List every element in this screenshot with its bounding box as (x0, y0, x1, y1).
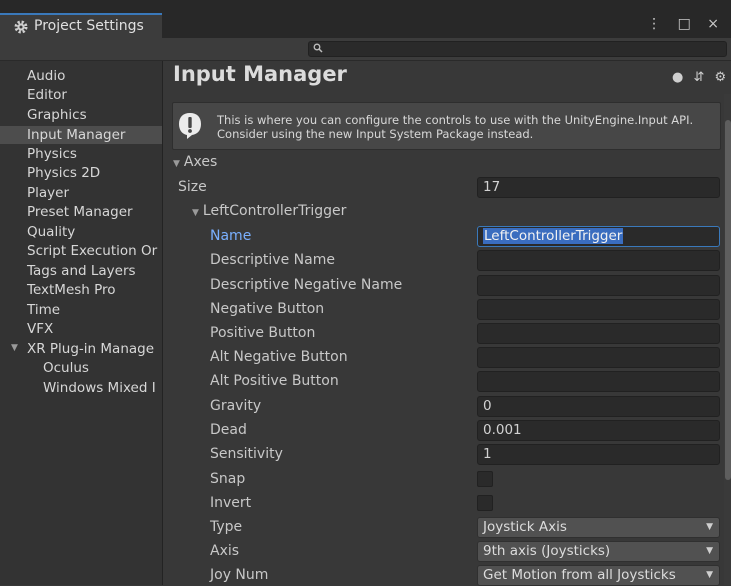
sidebar-item-editor[interactable]: Editor (0, 86, 162, 104)
axes-foldout[interactable]: ▼ Axes (173, 152, 217, 172)
type-label: Type (210, 519, 243, 535)
tab-title: Project Settings (34, 18, 144, 34)
gravity-field[interactable]: 0 (477, 396, 720, 417)
sidebar-item-label: XR Plug-in Manage (27, 341, 155, 357)
joy-num-dropdown-value: Get Motion from all Joysticks (483, 567, 676, 583)
sensitivity-field[interactable]: 1 (477, 444, 720, 465)
sidebar-item-preset-manager[interactable]: Preset Manager (0, 203, 162, 221)
preset-icon[interactable]: ⇵ (693, 70, 704, 85)
gear-icon (14, 20, 28, 34)
sidebar-item-player[interactable]: Player (0, 184, 162, 202)
negative-button-field[interactable] (477, 299, 720, 320)
dead-label: Dead (210, 422, 247, 438)
descriptive-negative-name-label: Descriptive Negative Name (210, 277, 403, 293)
dropdown-arrow-icon: ▼ (706, 570, 713, 580)
sidebar-item-oculus[interactable]: Oculus (0, 359, 162, 377)
type-dropdown-value: Joystick Axis (483, 519, 567, 535)
sidebar-item-time[interactable]: Time (0, 301, 162, 319)
sidebar-divider[interactable] (162, 61, 163, 585)
joy-num-dropdown[interactable]: Get Motion from all Joysticks ▼ (477, 565, 720, 586)
scrollbar-thumb[interactable] (725, 120, 731, 480)
sidebar-item-tags-and-layers[interactable]: Tags and Layers (0, 262, 162, 280)
sidebar-item-physics[interactable]: Physics (0, 145, 162, 163)
snap-checkbox[interactable] (477, 471, 493, 487)
type-dropdown[interactable]: Joystick Axis ▼ (477, 517, 720, 538)
positive-button-label: Positive Button (210, 325, 316, 341)
name-field[interactable]: LeftControllerTrigger (477, 226, 720, 247)
size-field[interactable]: 17 (477, 177, 720, 198)
alt-positive-button-label: Alt Positive Button (210, 373, 339, 389)
name-field-value: LeftControllerTrigger (483, 228, 624, 244)
search-icon (313, 43, 323, 53)
axis-label: Axis (210, 543, 240, 559)
sidebar-item-vfx[interactable]: VFX (0, 320, 162, 338)
fold-arrow-icon: ▼ (192, 208, 199, 218)
axis-dropdown[interactable]: 9th axis (Joysticks) ▼ (477, 541, 720, 562)
fold-arrow-icon: ▼ (173, 159, 180, 169)
search-input[interactable] (308, 41, 727, 57)
axis-dropdown-value: 9th axis (Joysticks) (483, 543, 611, 559)
sidebar-item-input-manager[interactable]: Input Manager (0, 126, 162, 144)
sidebar-item-windows-mixed-reality[interactable]: Windows Mixed I (0, 379, 162, 397)
joy-num-label: Joy Num (210, 567, 269, 583)
dropdown-arrow-icon: ▼ (706, 546, 713, 556)
gravity-label: Gravity (210, 398, 262, 414)
dead-field[interactable]: 0.001 (477, 420, 720, 441)
help-icon[interactable]: ● (672, 70, 683, 85)
negative-button-label: Negative Button (210, 301, 325, 317)
window-controls[interactable]: ⋮ □ × (647, 16, 725, 32)
sidebar-item-graphics[interactable]: Graphics (0, 106, 162, 124)
descriptive-name-label: Descriptive Name (210, 252, 335, 268)
axis-foldout[interactable]: ▼ LeftControllerTrigger (192, 201, 346, 221)
sidebar-item-physics-2d[interactable]: Physics 2D (0, 164, 162, 182)
dropdown-arrow-icon: ▼ (706, 522, 713, 532)
descriptive-name-field[interactable] (477, 250, 720, 271)
snap-label: Snap (210, 471, 246, 487)
name-label: Name (210, 228, 252, 244)
sidebar-item-xr-plugin-management[interactable]: ▼ XR Plug-in Manage (0, 340, 162, 358)
size-label: Size (178, 179, 207, 195)
alt-negative-button-field[interactable] (477, 347, 720, 368)
help-text: This is where you can configure the cont… (217, 113, 694, 141)
positive-button-field[interactable] (477, 323, 720, 344)
axes-label: Axes (183, 154, 218, 170)
settings-gear-icon[interactable]: ⚙ (715, 70, 727, 85)
alt-negative-button-label: Alt Negative Button (210, 349, 348, 365)
descriptive-negative-name-field[interactable] (477, 275, 720, 296)
alt-positive-button-field[interactable] (477, 371, 720, 392)
header-icons[interactable]: ● ⇵ ⚙ (672, 70, 726, 85)
sidebar-item-script-execution-order[interactable]: Script Execution Or (0, 242, 162, 260)
sidebar-item-quality[interactable]: Quality (0, 223, 162, 241)
invert-label: Invert (210, 495, 252, 511)
page-title: Input Manager (173, 62, 347, 86)
sensitivity-label: Sensitivity (210, 446, 283, 462)
info-icon (179, 113, 201, 139)
invert-checkbox[interactable] (477, 495, 493, 511)
tab-project-settings[interactable]: Project Settings (0, 13, 162, 38)
sidebar-item-audio[interactable]: Audio (0, 67, 162, 85)
axis-name-label: LeftControllerTrigger (202, 203, 347, 219)
sidebar-item-textmesh-pro[interactable]: TextMesh Pro (0, 281, 162, 299)
